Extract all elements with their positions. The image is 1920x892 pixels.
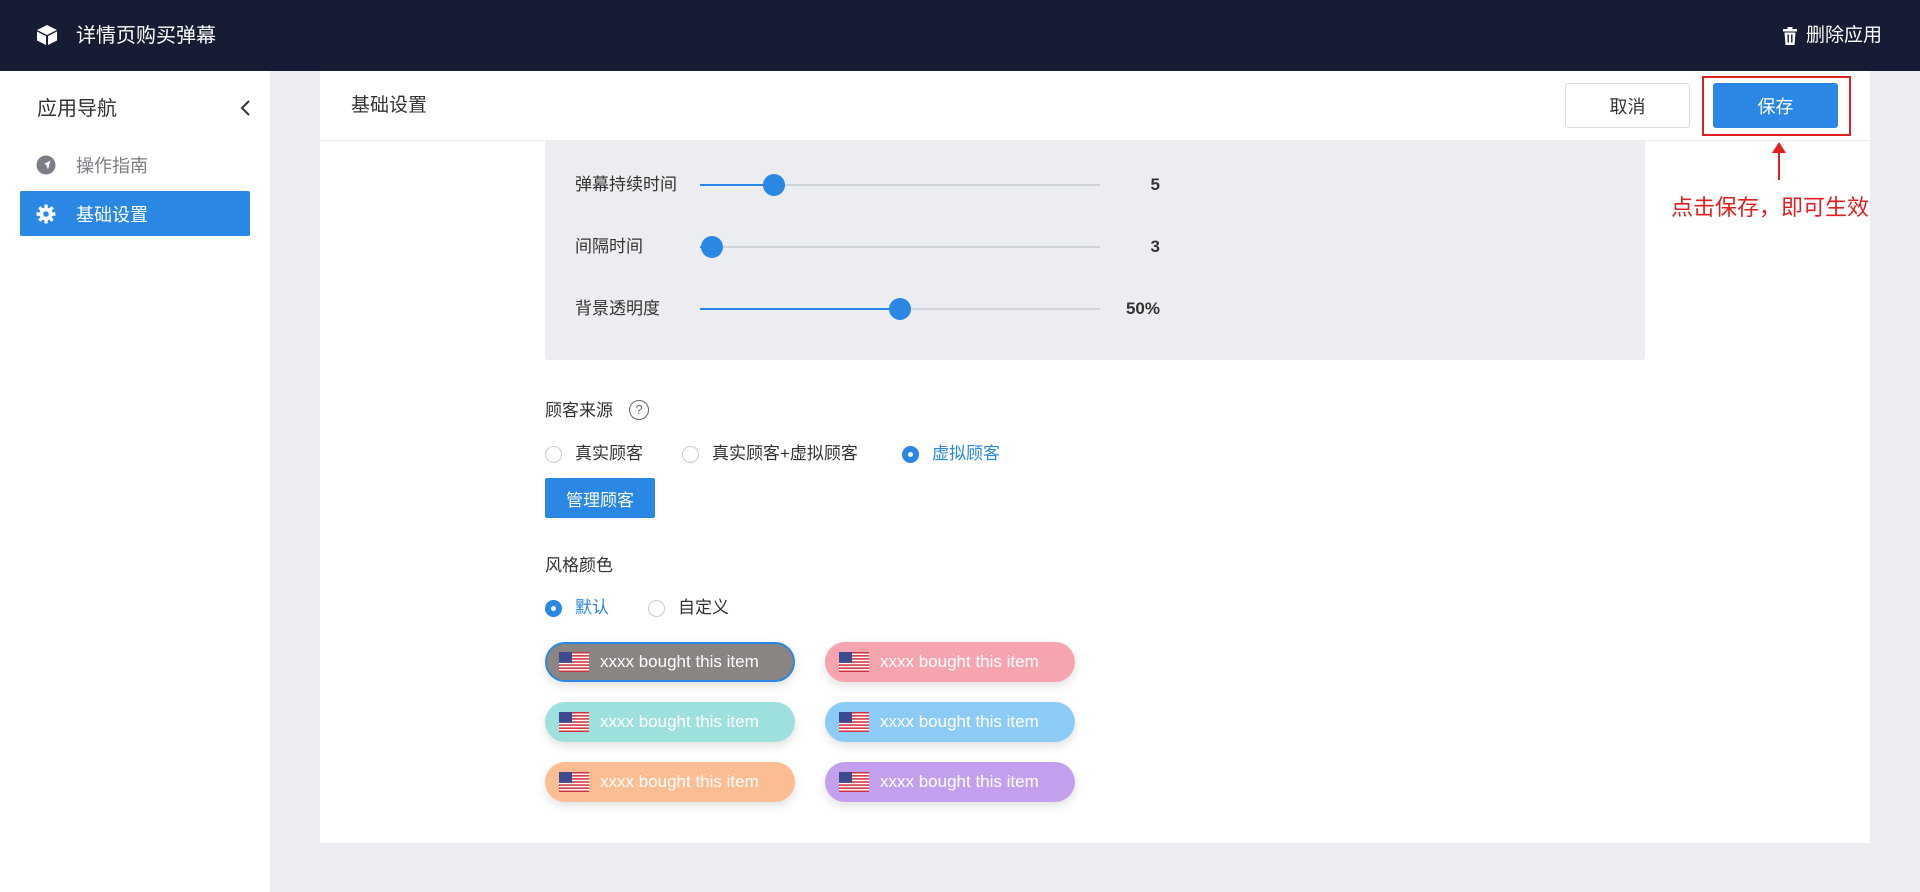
cancel-button[interactable]: 取消 [1565, 83, 1690, 128]
top-bar: 详情页购买弹幕 删除应用 [0, 0, 1920, 71]
style-chip[interactable]: xxxx bought this item [825, 762, 1075, 802]
page-title: 基础设置 [351, 95, 428, 116]
radio-real-virtual-customers[interactable]: 真实顾客+虚拟顾客 [682, 443, 858, 465]
us-flag-icon [559, 652, 589, 672]
slider-interval: 间隔时间 3 [545, 227, 1645, 267]
chip-text: xxxx bought this item [600, 772, 759, 791]
radio-label: 真实顾客 [575, 444, 643, 463]
us-flag-icon [559, 772, 589, 792]
sidebar-item-basic-settings[interactable]: 基础设置 [20, 191, 250, 236]
radio-circle [648, 599, 665, 617]
chip-text: xxxx bought this item [880, 712, 1039, 731]
slider-track[interactable] [700, 298, 1100, 320]
us-flag-icon [839, 652, 869, 672]
us-flag-icon [839, 712, 869, 732]
delete-app-button[interactable]: 删除应用 [1782, 24, 1882, 48]
slider-label: 弹幕持续时间 [575, 175, 677, 194]
sidebar-title: 应用导航 [37, 98, 117, 120]
slider-value: 3 [1150, 237, 1160, 256]
sidebar: 应用导航 操作指南 基础设置 [0, 71, 270, 892]
save-highlight-box [1702, 76, 1851, 136]
slider-settings: 弹幕持续时间 5 间隔时间 3 背景透明度 50% [545, 141, 1645, 360]
customer-source-label: 顾客来源 [545, 401, 613, 420]
slider-label: 背景透明度 [575, 299, 660, 318]
slider-value: 5 [1150, 175, 1160, 194]
radio-circle [902, 445, 919, 463]
us-flag-icon [559, 712, 589, 732]
slider-thumb[interactable] [701, 236, 723, 258]
annotation-text: 点击保存，即可生效 [1671, 196, 1870, 221]
manage-customers-button[interactable]: 管理顾客 [545, 478, 655, 518]
trash-icon [1782, 27, 1797, 45]
chip-text: xxxx bought this item [880, 772, 1039, 791]
chevron-left-icon[interactable] [238, 97, 254, 119]
radio-virtual-customers[interactable]: 虚拟顾客 [902, 443, 1000, 465]
navigation-icon [36, 155, 56, 174]
slider-label: 间隔时间 [575, 237, 643, 256]
style-chip[interactable]: xxxx bought this item [545, 762, 795, 802]
slider-track[interactable] [700, 236, 1100, 258]
panel-header: 基础设置 取消 保存 [320, 71, 1870, 141]
sidebar-item-label: 操作指南 [76, 155, 148, 176]
slider-thumb[interactable] [763, 174, 786, 196]
slider-duration: 弹幕持续时间 5 [545, 165, 1645, 205]
gear-icon [36, 204, 56, 223]
radio-circle [545, 599, 562, 617]
radio-label: 自定义 [678, 598, 729, 617]
style-chip[interactable]: xxxx bought this item [825, 702, 1075, 742]
us-flag-icon [839, 772, 869, 792]
style-chip[interactable]: xxxx bought this item [545, 702, 795, 742]
style-chip[interactable]: xxxx bought this item [825, 642, 1075, 682]
slider-fill [700, 308, 900, 310]
chip-text: xxxx bought this item [600, 712, 759, 731]
help-icon[interactable]: ? [629, 400, 649, 420]
chip-text: xxxx bought this item [600, 652, 759, 671]
style-color-label: 风格颜色 [545, 556, 613, 575]
radio-default-style[interactable]: 默认 [545, 597, 609, 619]
sidebar-item-guide[interactable]: 操作指南 [20, 142, 250, 187]
cube-icon [37, 25, 57, 45]
radio-custom-style[interactable]: 自定义 [648, 597, 729, 619]
slider-value: 50% [1125, 299, 1160, 318]
radio-label: 默认 [575, 598, 609, 617]
sidebar-item-label: 基础设置 [76, 204, 148, 225]
radio-circle [682, 445, 699, 463]
radio-real-customers[interactable]: 真实顾客 [545, 443, 643, 465]
radio-circle [545, 445, 562, 463]
slider-thumb[interactable] [889, 298, 911, 320]
delete-app-label: 删除应用 [1805, 25, 1882, 46]
slider-opacity: 背景透明度 50% [545, 289, 1645, 329]
radio-label: 虚拟顾客 [932, 444, 1000, 463]
style-chip[interactable]: xxxx bought this item [545, 642, 795, 682]
arrow-up-icon [1772, 142, 1786, 180]
app-title: 详情页购买弹幕 [76, 25, 216, 47]
radio-label: 真实顾客+虚拟顾客 [712, 444, 858, 463]
chip-text: xxxx bought this item [880, 652, 1039, 671]
slider-track[interactable] [700, 174, 1100, 196]
